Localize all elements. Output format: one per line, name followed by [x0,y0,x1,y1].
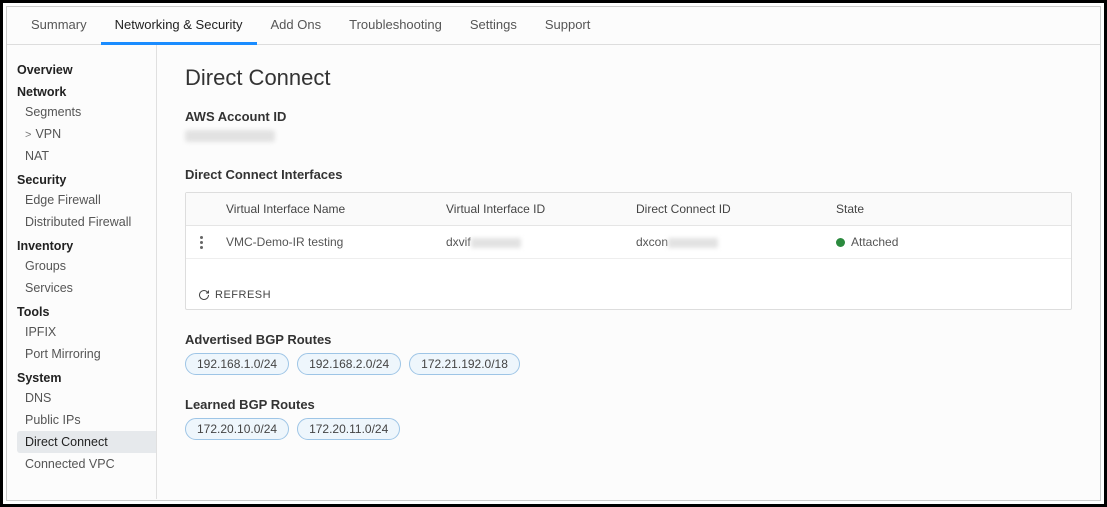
sidebar-item-segments[interactable]: Segments [17,101,156,123]
cell-state: Attached [826,226,1071,258]
route-pill[interactable]: 172.21.192.0/18 [409,353,520,375]
sidebar-item-groups[interactable]: Groups [17,255,156,277]
state-label: Attached [851,235,898,249]
top-tabs: Summary Networking & Security Add Ons Tr… [7,7,1100,45]
sidebar-item-connected-vpc[interactable]: Connected VPC [17,453,156,475]
dcid-redacted [668,238,718,248]
route-pill[interactable]: 172.20.10.0/24 [185,418,289,440]
sidebar-item-dns[interactable]: DNS [17,387,156,409]
advertised-routes: 192.168.1.0/24 192.168.2.0/24 172.21.192… [185,353,1072,375]
col-direct-connect-id[interactable]: Direct Connect ID [626,193,826,225]
tab-networking-security[interactable]: Networking & Security [101,7,257,45]
direct-connect-interfaces-heading: Direct Connect Interfaces [185,167,1072,182]
sidebar-item-ipfix[interactable]: IPFIX [17,321,156,343]
sidebar-item-nat[interactable]: NAT [17,145,156,167]
sidebar-section-security: Security [17,167,156,189]
sidebar-section-overview[interactable]: Overview [17,57,156,79]
cell-virtual-interface-id: dxvif [436,226,626,258]
sidebar-item-direct-connect[interactable]: Direct Connect [17,431,157,453]
route-pill[interactable]: 192.168.1.0/24 [185,353,289,375]
table-header: Virtual Interface Name Virtual Interface… [186,193,1071,226]
sidebar-item-public-ips[interactable]: Public IPs [17,409,156,431]
cell-interface-name: VMC-Demo-IR testing [216,226,436,258]
sidebar-section-inventory: Inventory [17,233,156,255]
col-menu [186,193,216,225]
refresh-icon [198,289,210,301]
table-row[interactable]: VMC-Demo-IR testing dxvif dxcon Attached [186,226,1071,259]
refresh-label: REFRESH [215,289,271,301]
tab-summary[interactable]: Summary [17,7,101,44]
learned-bgp-heading: Learned BGP Routes [185,397,1072,412]
vid-prefix: dxvif [446,235,471,249]
col-virtual-interface-id[interactable]: Virtual Interface ID [436,193,626,225]
sidebar-item-distributed-firewall[interactable]: Distributed Firewall [17,211,156,233]
col-state[interactable]: State [826,193,1071,225]
sidebar-section-tools: Tools [17,299,156,321]
route-pill[interactable]: 192.168.2.0/24 [297,353,401,375]
sidebar-item-label: VPN [35,127,61,141]
sidebar: Overview Network Segments VPN NAT Securi… [7,45,157,499]
tab-troubleshooting[interactable]: Troubleshooting [335,7,456,44]
tab-add-ons[interactable]: Add Ons [257,7,336,44]
dcid-prefix: dxcon [636,235,668,249]
sidebar-item-services[interactable]: Services [17,277,156,299]
col-virtual-interface-name[interactable]: Virtual Interface Name [216,193,436,225]
sidebar-item-vpn[interactable]: VPN [17,123,156,145]
aws-account-id-label: AWS Account ID [185,109,1072,124]
row-menu-icon[interactable] [196,236,206,249]
status-dot-icon [836,238,845,247]
refresh-button[interactable]: REFRESH [186,281,1071,309]
interfaces-table: Virtual Interface Name Virtual Interface… [185,192,1072,310]
sidebar-section-system: System [17,365,156,387]
tab-settings[interactable]: Settings [456,7,531,44]
page-title: Direct Connect [185,65,1072,91]
tab-support[interactable]: Support [531,7,605,44]
vid-redacted [471,238,521,248]
aws-account-id-value [185,130,275,142]
sidebar-section-network: Network [17,79,156,101]
sidebar-item-edge-firewall[interactable]: Edge Firewall [17,189,156,211]
learned-routes: 172.20.10.0/24 172.20.11.0/24 [185,418,1072,440]
route-pill[interactable]: 172.20.11.0/24 [297,418,400,440]
sidebar-item-port-mirroring[interactable]: Port Mirroring [17,343,156,365]
main-content: Direct Connect AWS Account ID Direct Con… [157,45,1100,499]
cell-direct-connect-id: dxcon [626,226,826,258]
advertised-bgp-heading: Advertised BGP Routes [185,332,1072,347]
